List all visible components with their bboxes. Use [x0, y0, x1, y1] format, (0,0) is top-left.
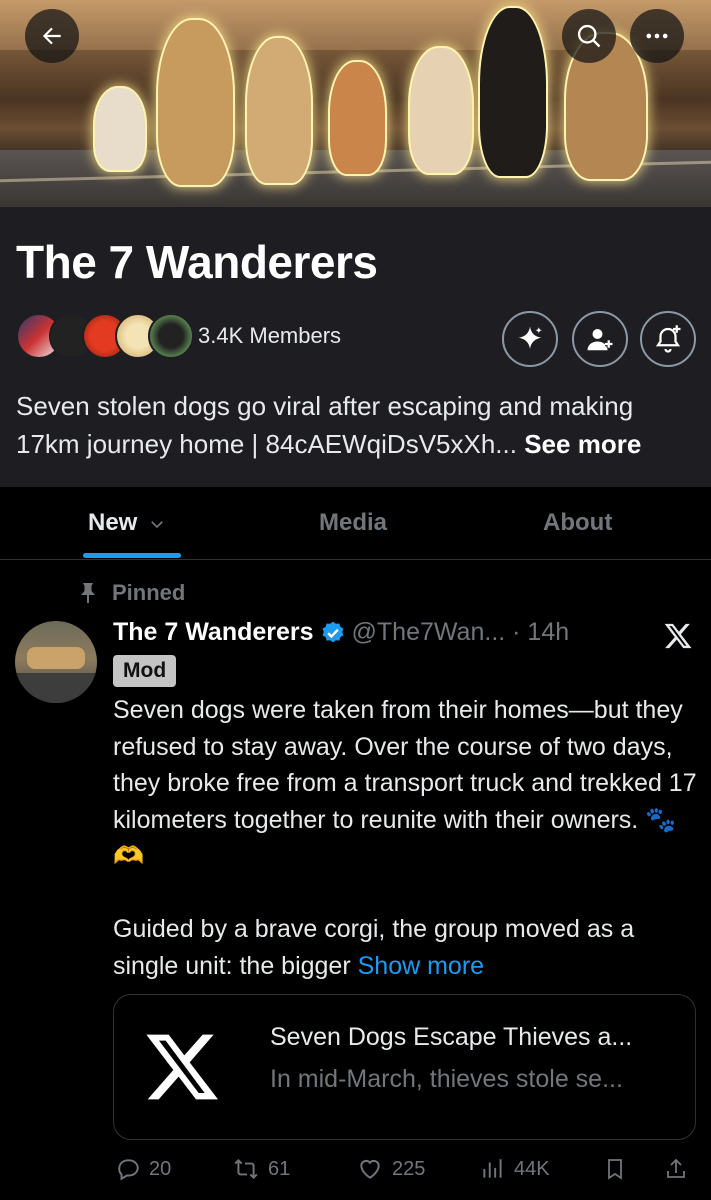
tab-media[interactable]: Media — [319, 509, 387, 537]
sparkle-icon — [518, 326, 542, 349]
member-avatars[interactable] — [16, 313, 194, 361]
banner-dog — [330, 62, 385, 174]
repost-icon — [234, 1158, 258, 1180]
banner-dog — [247, 38, 311, 183]
post-paragraph: Guided by a brave corgi, the group moved… — [113, 911, 703, 984]
x-logo-icon — [146, 1034, 218, 1100]
views-icon — [483, 1159, 502, 1178]
post-body: Seven dogs were taken from their homes—b… — [113, 692, 703, 984]
member-avatar — [148, 313, 194, 359]
card-title: Seven Dogs Escape Thieves a... — [270, 1023, 633, 1051]
banner-dog — [480, 8, 546, 176]
community-description: Seven stolen dogs go viral after escapin… — [16, 387, 696, 463]
notifications-button[interactable] — [640, 311, 696, 367]
add-notification-icon — [655, 325, 681, 353]
views-button[interactable]: 44K — [480, 1156, 550, 1182]
more-options-button[interactable] — [630, 9, 684, 63]
verified-icon — [322, 621, 344, 642]
search-icon — [577, 24, 601, 48]
share-button[interactable] — [664, 1156, 688, 1182]
post-paragraph: Seven dogs were taken from their homes—b… — [113, 696, 697, 870]
community-tabs: New Media About — [0, 487, 711, 560]
tab-new-label: New — [88, 509, 138, 536]
community-header: The 7 Wanderers 3.4K Members Seven stole… — [0, 207, 711, 487]
x-logo-icon[interactable] — [663, 621, 693, 651]
invite-members-button[interactable] — [572, 311, 628, 367]
tab-about[interactable]: About — [543, 509, 612, 537]
show-more-link[interactable]: Show more — [358, 952, 484, 980]
tab-new[interactable]: New — [88, 509, 166, 537]
reply-icon — [118, 1159, 139, 1181]
community-banner — [0, 0, 711, 207]
banner-dog — [158, 20, 233, 185]
back-arrow-icon — [42, 27, 61, 45]
banner-dog — [95, 88, 145, 170]
views-count: 44K — [514, 1157, 550, 1180]
chevron-down-icon — [151, 520, 163, 528]
share-icon — [667, 1158, 685, 1178]
post-handle-time[interactable]: @The7Wan... · 14h — [352, 618, 570, 647]
post-author-avatar[interactable] — [15, 621, 97, 703]
see-more-link[interactable]: See more — [524, 429, 641, 459]
bookmark-icon — [608, 1159, 622, 1180]
pinned-label: Pinned — [112, 580, 186, 605]
card-subtitle: In mid-March, thieves stole se... — [270, 1065, 623, 1093]
pinned-indicator: Pinned — [78, 580, 185, 606]
grok-summary-button[interactable] — [502, 311, 558, 367]
pin-icon — [81, 583, 95, 603]
reply-count: 20 — [149, 1157, 172, 1180]
mod-badge: Mod — [113, 655, 177, 687]
bookmark-button[interactable] — [603, 1156, 627, 1182]
post-header: The 7 Wanderers @The7Wan... · 14h — [113, 618, 569, 647]
repost-button[interactable]: 61 — [232, 1156, 290, 1182]
post-actions: 20 61 225 44K — [0, 1150, 711, 1190]
banner-dog — [410, 48, 472, 173]
reply-button[interactable]: 20 — [115, 1156, 171, 1182]
community-title: The 7 Wanderers — [16, 236, 378, 288]
back-button[interactable] — [25, 9, 79, 63]
search-button[interactable] — [562, 9, 616, 63]
active-tab-indicator — [83, 553, 181, 558]
member-count[interactable]: 3.4K Members — [198, 323, 341, 349]
more-icon — [646, 33, 668, 39]
add-user-icon — [587, 329, 613, 351]
like-button[interactable]: 225 — [356, 1156, 425, 1182]
link-preview-card[interactable]: Seven Dogs Escape Thieves a... In mid-Ma… — [113, 994, 696, 1140]
repost-count: 61 — [268, 1157, 291, 1180]
post-author-name[interactable]: The 7 Wanderers — [113, 618, 314, 647]
like-icon — [360, 1159, 380, 1179]
like-count: 225 — [392, 1157, 426, 1180]
